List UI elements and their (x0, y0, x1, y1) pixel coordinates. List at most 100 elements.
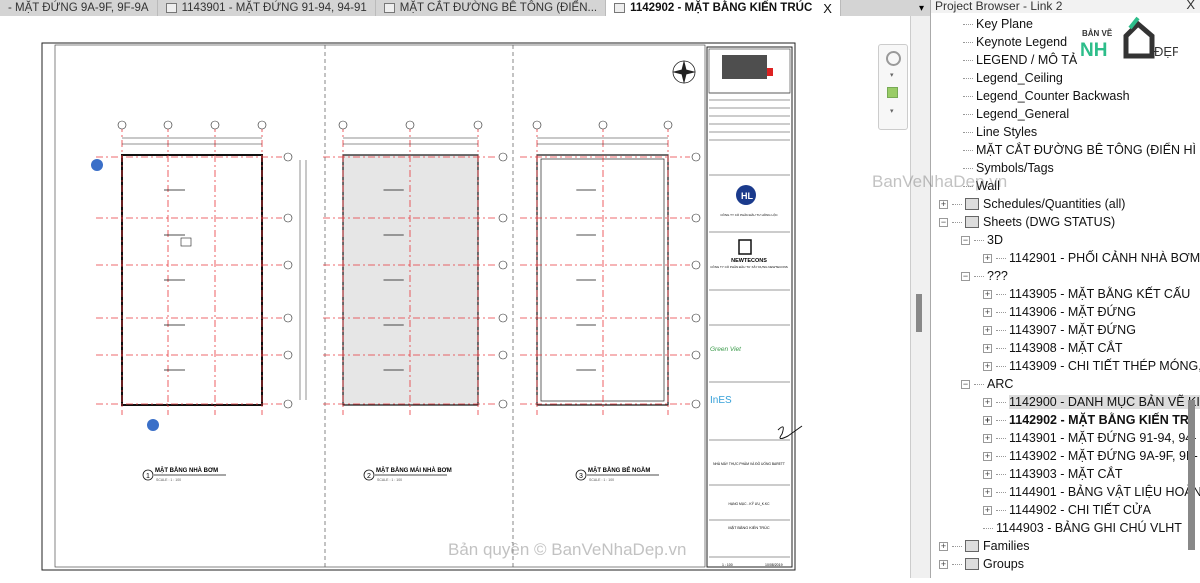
view-title: MẶT BẰNG BỂ NGẦM (588, 466, 650, 474)
tree-item[interactable]: − Sheets (DWG STATUS) (939, 213, 1115, 231)
dropdown-icon[interactable]: ▾ (890, 107, 894, 115)
expand-icon[interactable]: + (939, 199, 948, 209)
grid-bubble (498, 313, 508, 323)
drawing-canvas[interactable]: HL CÔNG TY CỔ PHẦN ĐẦU TƯ HỒNG LỘC NEWTE… (0, 16, 910, 578)
grid-bubble (473, 120, 483, 130)
expand-icon[interactable]: + (983, 343, 992, 353)
tree-item[interactable]: + Schedules/Quantities (all) (939, 195, 1125, 213)
tree-item-label: 1143905 - MẶT BẰNG KẾT CẤU (1009, 287, 1191, 301)
view-title: MẶT BẰNG NHÀ BƠM (155, 466, 218, 474)
expand-icon[interactable]: + (983, 289, 992, 299)
collapse-icon[interactable]: − (961, 235, 970, 245)
zoom-region-icon[interactable] (887, 87, 898, 98)
tab-concrete-road-section[interactable]: MẶT CẮT ĐƯỜNG BÊ TÔNG (ĐIỂN... (376, 0, 607, 16)
close-icon[interactable]: X (1186, 0, 1195, 11)
browser-scrollbar[interactable] (1188, 400, 1195, 550)
tree-item[interactable]: +1142900 - DANH MỤC BẢN VẼ KI (983, 393, 1200, 411)
tree-item[interactable]: +1142901 - PHỐI CẢNH NHÀ BƠM (983, 249, 1200, 267)
dropdown-icon[interactable]: ▾ (890, 71, 894, 79)
navigation-bar: ▾ ▾ (878, 44, 908, 130)
expand-icon[interactable]: + (983, 397, 992, 407)
grid-bubble (691, 313, 701, 323)
scroll-thumb[interactable] (916, 294, 922, 332)
tree-item[interactable]: +1143905 - MẶT BẰNG KẾT CẤU (983, 285, 1190, 303)
grid-bubble (691, 213, 701, 223)
tree-connector (963, 59, 973, 61)
tree-item[interactable]: +1144901 - BẢNG VẬT LIỆU HOÀN (983, 483, 1200, 501)
tree-item[interactable]: Key Plane (963, 15, 1033, 33)
tree-item-label: Legend_Ceiling (976, 71, 1063, 85)
tree-item[interactable]: − 3D (961, 231, 1003, 249)
tree-item[interactable]: −??? (961, 267, 1008, 285)
tree-item[interactable]: +1144902 - CHI TIẾT CỬA (983, 501, 1151, 519)
tree-item[interactable]: − ARC (961, 375, 1013, 393)
tree-item[interactable]: LEGEND / MÔ TẢ (963, 51, 1077, 69)
tree-item[interactable]: Line Styles (963, 123, 1037, 141)
tb-date: 10/08/2019 (765, 563, 783, 567)
canvas-scrollbar[interactable] (910, 16, 930, 578)
project-browser-header: Project Browser - Link 2 X (931, 0, 1200, 13)
tree-item[interactable]: Legend_General (963, 105, 1069, 123)
plan-outline (342, 154, 479, 406)
tree-item[interactable]: +1143906 - MẶT ĐỨNG (983, 303, 1136, 321)
tab-menu-icon[interactable]: ▾ (913, 0, 930, 16)
tree-item[interactable]: Legend_Counter Backwash (963, 87, 1130, 105)
tree-item[interactable]: +1143908 - MẶT CẮT (983, 339, 1122, 357)
expand-icon[interactable]: + (983, 325, 992, 335)
collapse-icon[interactable]: − (961, 271, 970, 281)
expand-icon[interactable]: + (939, 559, 948, 569)
tree-connector (952, 563, 962, 565)
tree-item[interactable]: +1143902 - MẶT ĐỨNG 9A-9F, 9F- (983, 447, 1198, 465)
tree-connector (963, 77, 973, 79)
view-tab-bar: - MẶT ĐỨNG 9A-9F, 9F-9A 1143901 - MẶT ĐỨ… (0, 0, 930, 16)
tree-connector (996, 329, 1006, 331)
tree-item[interactable]: +1143909 - CHI TIẾT THÉP MÓNG,I (983, 357, 1200, 375)
tree-item[interactable]: Wall (963, 177, 1000, 195)
schedule-icon (965, 198, 979, 210)
collapse-icon[interactable]: − (939, 217, 948, 227)
tree-item-label: Sheets (DWG STATUS) (983, 215, 1116, 229)
collapse-icon[interactable]: − (961, 379, 970, 389)
expand-icon[interactable]: + (939, 541, 948, 551)
expand-icon[interactable]: + (983, 415, 992, 425)
greenviet-logo: Green Viet (710, 346, 742, 353)
expand-icon[interactable]: + (983, 253, 992, 263)
grid-bubble (691, 152, 701, 162)
tree-item[interactable]: Keynote Legend (963, 33, 1067, 51)
grid-bubble (283, 313, 293, 323)
expand-icon[interactable]: + (983, 505, 992, 515)
tree-item-label: Families (983, 539, 1030, 553)
tree-item-label: 1142900 - DANH MỤC BẢN VẼ KI (1009, 395, 1200, 409)
tree-item[interactable]: MẶT CẮT ĐƯỜNG BÊ TÔNG (ĐIỂN HÌ (963, 141, 1196, 159)
tree-item[interactable]: + Families (939, 537, 1030, 555)
tree-item[interactable]: Symbols/Tags (963, 159, 1054, 177)
tab-elevation-91-94[interactable]: 1143901 - MẶT ĐỨNG 91-94, 94-91 (158, 0, 376, 16)
ines-logo: InES (710, 395, 732, 406)
tree-item-label: Key Plane (976, 17, 1033, 31)
tree-item[interactable]: 1144903 - BẢNG GHI CHÚ VLHT (983, 519, 1182, 537)
grid-bubble (691, 350, 701, 360)
tree-item[interactable]: +1143903 - MẶT CẮT (983, 465, 1122, 483)
close-tab-icon[interactable]: X (823, 1, 832, 16)
tab-elevation-9a-9f[interactable]: - MẶT ĐỨNG 9A-9F, 9F-9A (0, 0, 158, 16)
expand-icon[interactable]: + (983, 361, 992, 371)
tree-item[interactable]: + Groups (939, 555, 1024, 573)
tree-item[interactable]: +1143901 - MẶT ĐỨNG 91-94, 94- (983, 429, 1196, 447)
logo-text-top: BẢN VẼ (1082, 29, 1113, 38)
steering-wheel-icon[interactable] (886, 51, 901, 66)
expand-icon[interactable]: + (983, 433, 992, 443)
expand-icon[interactable]: + (983, 469, 992, 479)
tab-architectural-plan[interactable]: 1142902 - MẶT BẰNG KIẾN TRÚC X (606, 0, 841, 16)
company1: CÔNG TY CỔ PHẦN ĐẦU TƯ HỒNG LỘC (720, 212, 778, 217)
expand-icon[interactable]: + (983, 451, 992, 461)
expand-icon[interactable]: + (983, 307, 992, 317)
grid-bubble (498, 213, 508, 223)
tree-connector (974, 275, 984, 277)
view-scale: SCALE : 1 : 100 (156, 478, 181, 482)
tree-item[interactable]: +1142902 - MẶT BẰNG KIẾN TR (983, 411, 1189, 429)
tree-item[interactable]: Legend_Ceiling (963, 69, 1063, 87)
expand-icon[interactable]: + (983, 487, 992, 497)
tree-connector (963, 149, 973, 151)
tree-item[interactable]: +1143907 - MẶT ĐỨNG (983, 321, 1136, 339)
tab-label: 1143901 - MẶT ĐỨNG 91-94, 94-91 (181, 2, 367, 14)
